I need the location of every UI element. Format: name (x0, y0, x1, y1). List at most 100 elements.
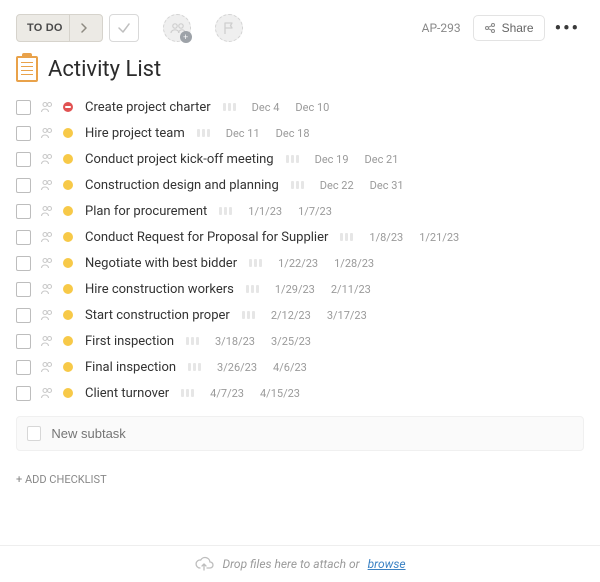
task-checkbox[interactable] (16, 230, 31, 245)
task-name[interactable]: Final inspection (85, 360, 176, 375)
task-id[interactable]: AP-293 (416, 17, 467, 39)
priority-dot-icon[interactable] (63, 362, 73, 372)
task-checkbox[interactable] (16, 308, 31, 323)
share-button[interactable]: Share (473, 15, 545, 41)
task-checkbox[interactable] (16, 204, 31, 219)
task-checkbox[interactable] (16, 126, 31, 141)
priority-dot-icon[interactable] (63, 336, 73, 346)
task-due-date[interactable]: Dec 21 (365, 153, 399, 166)
task-due-date[interactable]: 3/17/23 (327, 309, 367, 322)
task-checkbox[interactable] (16, 256, 31, 271)
priority-dot-icon[interactable] (63, 180, 73, 190)
task-name[interactable]: Start construction proper (85, 308, 230, 323)
task-start-date[interactable]: Dec 22 (320, 179, 354, 192)
priority-dot-icon[interactable] (63, 388, 73, 398)
task-start-date[interactable]: 3/26/23 (217, 361, 257, 374)
task-checkbox[interactable] (16, 386, 31, 401)
assignee-icon[interactable] (39, 385, 55, 401)
task-start-date[interactable]: 1/8/23 (369, 231, 403, 244)
assignee-icon[interactable] (39, 255, 55, 271)
priority-dot-icon[interactable] (63, 258, 73, 268)
task-start-date[interactable]: 1/22/23 (278, 257, 318, 270)
task-due-date[interactable]: 4/6/23 (273, 361, 307, 374)
task-start-date[interactable]: 1/29/23 (275, 283, 315, 296)
task-name[interactable]: Hire construction workers (85, 282, 234, 297)
task-checkbox[interactable] (16, 100, 31, 115)
assignee-icon[interactable] (39, 151, 55, 167)
mini-menu-icon[interactable] (246, 285, 259, 293)
priority-button[interactable] (215, 14, 243, 42)
attachment-dropzone[interactable]: Drop files here to attach or browse (0, 545, 600, 582)
assignee-icon[interactable] (39, 177, 55, 193)
new-subtask-input[interactable] (49, 425, 573, 442)
priority-dot-icon[interactable] (63, 102, 73, 112)
mini-menu-icon[interactable] (249, 259, 262, 267)
task-row[interactable]: First inspection3/18/233/25/23 (16, 328, 584, 354)
assign-button[interactable]: + (163, 14, 191, 42)
task-name[interactable]: Client turnover (85, 386, 169, 401)
task-row[interactable]: Plan for procurement 1/1/23 1/7/23 (16, 198, 584, 224)
task-start-date[interactable]: 1/1/23 (248, 205, 282, 218)
status-button[interactable]: TO DO (16, 14, 103, 42)
add-checklist-button[interactable]: + ADD CHECKLIST (0, 451, 600, 494)
task-due-date[interactable]: Dec 31 (370, 179, 404, 192)
task-start-date[interactable]: Dec 11 (226, 127, 260, 140)
task-due-date[interactable]: 1/28/23 (334, 257, 374, 270)
task-start-date[interactable]: 2/12/23 (271, 309, 311, 322)
task-row[interactable]: Final inspection 3/26/23 4/6/23 (16, 354, 584, 380)
task-due-date[interactable]: Dec 10 (295, 101, 329, 114)
browse-link[interactable]: browse (368, 557, 406, 571)
task-due-date[interactable]: 1/7/23 (298, 205, 332, 218)
task-row[interactable]: Conduct project kick-off meetingDec 19De… (16, 146, 584, 172)
task-due-date[interactable]: Dec 18 (276, 127, 310, 140)
complete-button[interactable] (109, 14, 139, 42)
task-name[interactable]: Conduct project kick-off meeting (85, 152, 274, 167)
mini-menu-icon[interactable] (181, 389, 194, 397)
priority-dot-icon[interactable] (63, 232, 73, 242)
task-due-date[interactable]: 4/15/23 (260, 387, 300, 400)
mini-menu-icon[interactable] (242, 311, 255, 319)
task-name[interactable]: Create project charter (85, 100, 211, 115)
task-due-date[interactable]: 2/11/23 (331, 283, 371, 296)
page-title[interactable]: Activity List (48, 57, 161, 82)
task-row[interactable]: Construction design and planning Dec 22 De… (16, 172, 584, 198)
task-start-date[interactable]: 3/18/23 (215, 335, 255, 348)
task-row[interactable]: Create project charter Dec 4 Dec 10 (16, 94, 584, 120)
assignee-icon[interactable] (39, 307, 55, 323)
task-name[interactable]: Conduct Request for Proposal for Supplie… (85, 230, 328, 245)
task-checkbox[interactable] (16, 360, 31, 375)
task-name[interactable]: Construction design and planning (85, 178, 279, 193)
task-row[interactable]: Start construction proper 2/12/23 3/17/23 (16, 302, 584, 328)
task-row[interactable]: Conduct Request for Proposal for Supplie… (16, 224, 584, 250)
priority-dot-icon[interactable] (63, 154, 73, 164)
task-checkbox[interactable] (16, 282, 31, 297)
task-start-date[interactable]: Dec 4 (252, 101, 280, 114)
task-row[interactable]: Client turnover 4/7/23 4/15/23 (16, 380, 584, 406)
priority-dot-icon[interactable] (63, 284, 73, 294)
mini-menu-icon[interactable] (188, 363, 201, 371)
task-due-date[interactable]: 1/21/23 (419, 231, 459, 244)
assignee-icon[interactable] (39, 229, 55, 245)
task-checkbox[interactable] (16, 334, 31, 349)
assignee-icon[interactable] (39, 281, 55, 297)
mini-menu-icon[interactable] (186, 337, 199, 345)
task-checkbox[interactable] (16, 152, 31, 167)
assignee-icon[interactable] (39, 333, 55, 349)
priority-dot-icon[interactable] (63, 128, 73, 138)
new-subtask-row[interactable] (16, 416, 584, 451)
task-name[interactable]: Plan for procurement (85, 204, 207, 219)
task-row[interactable]: Negotiate with best bidder 1/22/23 1/28/23 (16, 250, 584, 276)
task-row[interactable]: Hire project teamDec 11Dec 18 (16, 120, 584, 146)
more-menu-icon[interactable]: ••• (551, 16, 584, 41)
mini-menu-icon[interactable] (219, 207, 232, 215)
priority-dot-icon[interactable] (63, 310, 73, 320)
mini-menu-icon[interactable] (291, 181, 304, 189)
mini-menu-icon[interactable] (197, 129, 210, 137)
mini-menu-icon[interactable] (340, 233, 353, 241)
assignee-icon[interactable] (39, 125, 55, 141)
assignee-icon[interactable] (39, 99, 55, 115)
task-due-date[interactable]: 3/25/23 (271, 335, 311, 348)
task-name[interactable]: Negotiate with best bidder (85, 256, 237, 271)
mini-menu-icon[interactable] (223, 103, 236, 111)
task-start-date[interactable]: 4/7/23 (210, 387, 244, 400)
